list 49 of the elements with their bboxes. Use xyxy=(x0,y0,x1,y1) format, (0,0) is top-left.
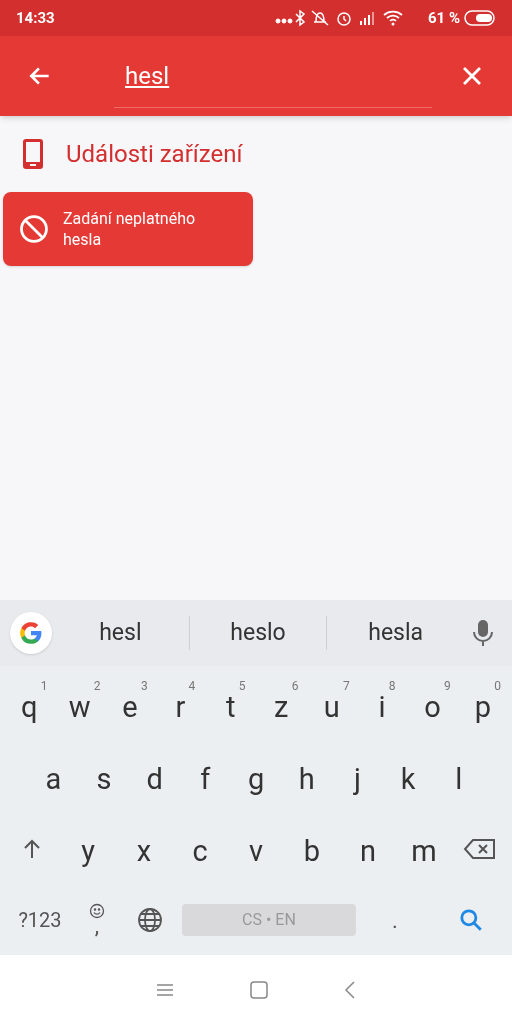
phone-icon xyxy=(22,138,44,170)
globe-icon[interactable] xyxy=(137,907,163,933)
keyboard-key[interactable]: i 8 xyxy=(368,679,396,731)
battery-icon xyxy=(464,10,496,26)
keyboard-key[interactable]: z 6 xyxy=(264,679,299,731)
event-chip[interactable]: Zadání neplatného hesla xyxy=(3,192,253,266)
keyboard-key[interactable]: t 5 xyxy=(216,679,246,731)
search-field[interactable]: hesl xyxy=(125,58,325,94)
suggestion[interactable]: hesl xyxy=(99,615,142,651)
back-icon[interactable] xyxy=(344,980,356,999)
keyboard-key[interactable]: x xyxy=(126,823,162,875)
period-key[interactable]: . xyxy=(392,903,398,937)
keyboard-key[interactable]: s xyxy=(86,751,122,803)
clock: 14:33 xyxy=(16,7,55,29)
emoji-icon[interactable] xyxy=(89,903,105,919)
keyboard-key[interactable]: e 3 xyxy=(112,679,148,731)
google-logo[interactable] xyxy=(10,612,52,654)
keyboard-key[interactable]: q 1 xyxy=(10,679,48,731)
comma-key[interactable]: , xyxy=(94,915,100,937)
microphone-icon[interactable] xyxy=(472,619,494,647)
section-title: Události zařízení xyxy=(66,139,243,170)
keyboard-key[interactable]: f xyxy=(190,751,221,803)
keyboard-key[interactable]: a xyxy=(35,751,72,803)
suggestion[interactable]: hesla xyxy=(368,615,424,651)
square-icon[interactable] xyxy=(250,980,268,999)
keyboard-key[interactable]: m xyxy=(401,823,447,875)
keyboard-key[interactable]: w 2 xyxy=(58,679,101,731)
keyboard-key[interactable]: b xyxy=(293,823,331,875)
keyboard-key[interactable]: v xyxy=(238,823,273,875)
keyboard-key[interactable]: l xyxy=(445,751,473,803)
keyboard-key[interactable]: j xyxy=(343,751,371,803)
keyboard-key[interactable]: d xyxy=(136,751,173,803)
keyboard-key[interactable]: h xyxy=(288,751,325,803)
battery-percent: 61 % xyxy=(427,7,460,29)
keyboard-key[interactable]: g xyxy=(237,751,275,803)
menu-icon[interactable] xyxy=(156,982,174,997)
search-icon[interactable] xyxy=(458,907,484,933)
blocked-icon xyxy=(19,214,49,244)
keyboard-key[interactable]: y xyxy=(71,823,105,875)
keyboard-key[interactable]: o 9 xyxy=(414,679,451,731)
keyboard-key[interactable]: p 0 xyxy=(464,679,501,731)
keyboard-key[interactable]: u 7 xyxy=(313,679,350,731)
keyboard-key[interactable]: r 4 xyxy=(165,679,196,731)
symbols-key[interactable]: ?123 xyxy=(18,905,62,935)
suggestion[interactable]: heslo xyxy=(230,615,286,651)
keyboard-key[interactable]: k xyxy=(390,751,426,803)
backspace-icon[interactable] xyxy=(463,837,497,861)
keyboard-key[interactable]: c xyxy=(182,823,218,875)
keyboard-key[interactable]: n xyxy=(350,823,386,875)
